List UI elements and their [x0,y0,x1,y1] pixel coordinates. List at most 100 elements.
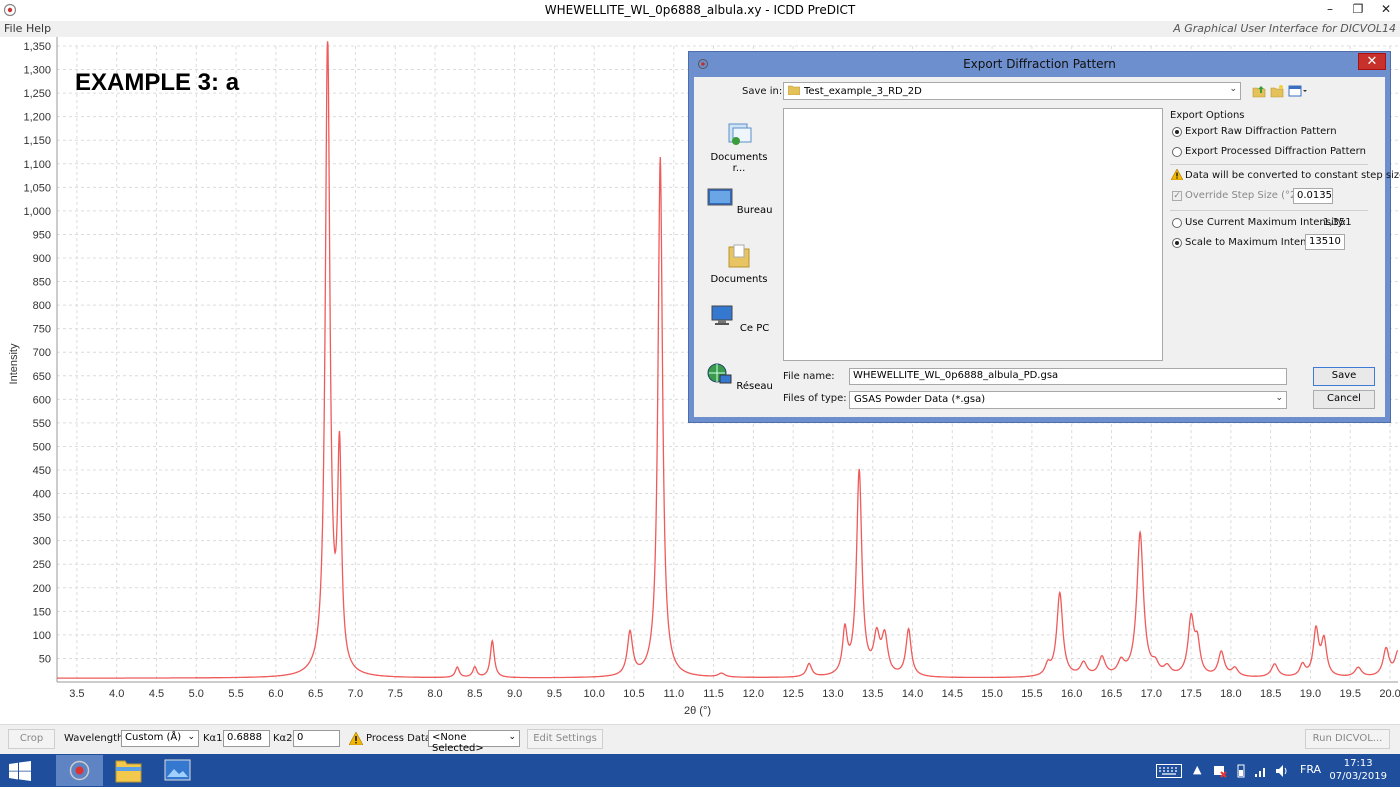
override-step-field[interactable]: 0.0135 [1293,188,1333,204]
dialog-title: Export Diffraction Pattern [963,57,1116,71]
new-folder-icon[interactable] [1270,84,1284,98]
files-of-type-label: Files of type: [783,393,847,404]
photos-app-icon [164,759,191,781]
radio-scale-max[interactable] [1172,238,1182,248]
save-in-combo[interactable]: Test_example_3_RD_2D ⌄ [783,82,1241,100]
y-tick-label: 800 [33,300,51,312]
menu-file[interactable]: File [4,22,22,35]
close-button[interactable]: ✕ [1372,0,1400,20]
clock[interactable]: 17:13 07/03/2019 [1329,757,1387,783]
file-name-label: File name: [783,371,835,382]
scale-max-field[interactable]: 13510 [1305,234,1345,250]
documents-folder-icon [728,244,750,268]
taskbar-photos-app[interactable] [154,755,201,786]
place-documents[interactable]: Documents [704,243,774,285]
y-tick-label: 250 [33,559,51,571]
place-this-pc[interactable]: Ce PC [704,303,774,334]
windows-start-icon[interactable] [9,761,31,781]
place-recent-documents[interactable]: Documents r... [704,121,774,174]
x-tick-label: 12.5 [782,688,803,700]
x-tick-label: 18.5 [1260,688,1281,700]
action-center-icon[interactable] [1213,764,1227,778]
maximize-button[interactable]: ❐ [1344,0,1372,20]
clock-date: 07/03/2019 [1329,771,1387,782]
radio-use-current-max[interactable] [1172,218,1182,228]
radio-export-raw[interactable] [1172,127,1182,137]
process-data-label: Process Data: [366,733,435,744]
window-title: WHEWELLITE_WL_0p6888_albula.xy - ICDD Pr… [544,3,856,17]
dialog-close-button[interactable]: ✕ [1358,53,1386,70]
y-tick-label: 300 [33,536,51,548]
keyboard-icon[interactable] [1156,764,1182,778]
file-list[interactable] [783,108,1163,361]
process-data-value: <None Selected> [432,732,484,754]
files-of-type-combo[interactable]: GSAS Powder Data (*.gsa) ⌄ [849,391,1287,409]
up-folder-icon[interactable] [1252,84,1266,98]
y-tick-label: 400 [33,489,51,501]
files-of-type-value: GSAS Powder Data (*.gsa) [854,394,986,405]
menu-help[interactable]: Help [26,22,51,35]
warning-text: Data will be converted to constant step … [1185,170,1400,181]
place-network[interactable]: Réseau [704,361,774,392]
chevron-down-icon: ⌄ [1229,84,1237,94]
network-signal-icon[interactable] [1254,764,1268,778]
ka2-field[interactable]: 0 [293,730,340,747]
battery-icon[interactable] [1235,764,1247,778]
clock-time: 17:13 [1343,758,1373,769]
use-current-max-value: 1,351 [1323,217,1352,228]
x-tick-label: 12.0 [743,688,764,700]
y-tick-label: 150 [33,606,51,618]
override-step-checkbox[interactable]: ✓ [1172,191,1182,201]
export-dialog: Export Diffraction Pattern ✕ Save in: Te… [688,51,1400,423]
y-tick-label: 200 [33,583,51,595]
recent-documents-icon [728,123,752,145]
view-menu-icon[interactable] [1288,84,1308,98]
bottom-toolbar: Crop Wavelength: Custom (Å) ⌄ Kα1: 0.688… [0,724,1400,754]
chevron-down-icon: ⌄ [508,732,516,742]
x-tick-label: 8.5 [467,688,482,700]
wavelength-label: Wavelength: [64,733,127,744]
file-name-field[interactable]: WHEWELLITE_WL_0p6888_albula_PD.gsa [849,368,1287,385]
save-in-label: Save in: [742,86,783,97]
run-dicvol-button[interactable]: Run DICVOL... [1305,729,1390,749]
taskbar: ▲ FRA 17:13 07/03/2019 [0,754,1400,787]
edit-settings-button[interactable]: Edit Settings [527,729,603,749]
x-tick-label: 9.5 [547,688,562,700]
y-tick-label: 550 [33,418,51,430]
cancel-button[interactable]: Cancel [1313,390,1375,409]
warning-icon [1171,169,1183,180]
taskbar-predict-app[interactable] [56,755,103,786]
place-desktop[interactable]: Bureau [704,185,774,216]
process-data-combo[interactable]: <None Selected> ⌄ [428,730,520,754]
radio-export-processed[interactable] [1172,147,1182,157]
language-indicator[interactable]: FRA [1300,763,1321,776]
network-globe-icon [707,363,732,384]
x-tick-label: 16.0 [1061,688,1082,700]
save-button[interactable]: Save [1313,367,1375,386]
wavelength-value: Custom (Å) [125,732,182,743]
tray-expand-icon[interactable]: ▲ [1193,763,1201,776]
ka1-field[interactable]: 0.6888 [223,730,270,747]
chevron-down-icon: ⌄ [1275,393,1283,403]
taskbar-file-explorer[interactable] [105,755,152,786]
dialog-body: Save in: Test_example_3_RD_2D ⌄ Document… [694,77,1400,417]
wavelength-combo[interactable]: Custom (Å) ⌄ [121,730,199,747]
file-explorer-icon [115,760,142,783]
place-label-documents: Documents [710,274,768,285]
minimize-button[interactable]: – [1316,0,1344,20]
volume-icon[interactable] [1275,764,1289,778]
chevron-down-icon: ⌄ [187,732,195,742]
x-tick-label: 9.0 [507,688,522,700]
desktop-icon [707,188,733,206]
x-tick-label: 14.0 [902,688,923,700]
y-tick-label: 600 [33,394,51,406]
export-options-title: Export Options [1170,110,1245,121]
x-tick-label: 18.0 [1220,688,1241,700]
y-tick-label: 1,150 [23,135,51,147]
app-subtitle: A Graphical User Interface for DICVOL14 [1173,22,1396,35]
y-tick-label: 1,050 [23,182,51,194]
y-tick-label: 750 [33,324,51,336]
y-axis-label: Intensity [8,343,20,384]
crop-button[interactable]: Crop [8,729,55,749]
predict-app-icon [69,760,90,781]
